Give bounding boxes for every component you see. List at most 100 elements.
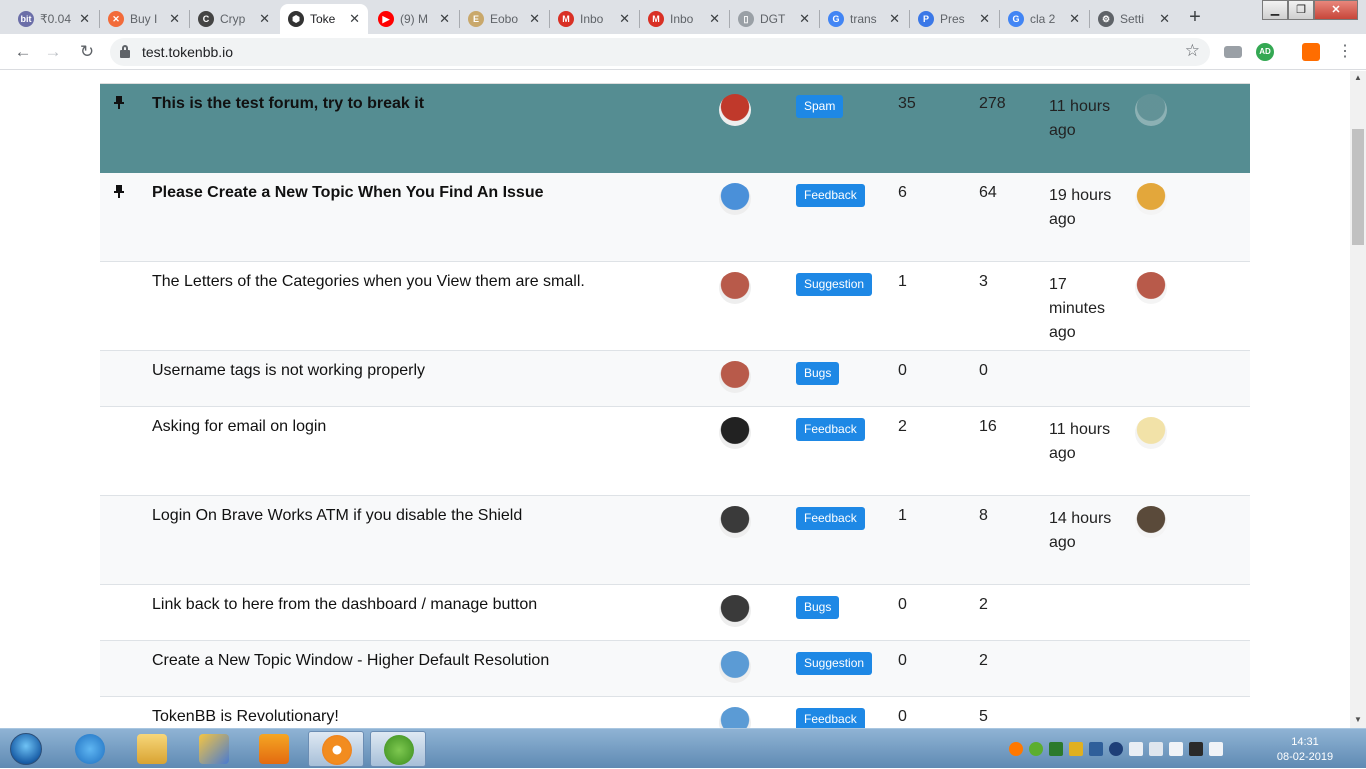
avast-icon[interactable]: [1009, 742, 1023, 756]
category-badge[interactable]: Bugs: [796, 362, 840, 385]
tab-close-icon[interactable]: ✕: [1069, 11, 1080, 27]
utorrent-taskbar-button[interactable]: [370, 731, 426, 767]
browser-tab[interactable]: ▶ (9) M ✕: [370, 4, 458, 34]
author-avatar[interactable]: [719, 183, 751, 215]
battery-icon[interactable]: [1149, 742, 1163, 756]
back-button[interactable]: ←: [12, 41, 34, 63]
bookmark-star-icon[interactable]: ☆: [1185, 41, 1200, 61]
category-badge[interactable]: Feedback: [796, 507, 865, 530]
author-avatar[interactable]: [719, 417, 751, 449]
profile-avatar[interactable]: AD: [1256, 43, 1274, 61]
topic-row[interactable]: Please Create a New Topic When You Find …: [100, 173, 1250, 262]
browser-tab[interactable]: C Cryp ✕: [190, 4, 278, 34]
tab-close-icon[interactable]: ✕: [169, 11, 180, 27]
topic-row[interactable]: The Letters of the Categories when you V…: [100, 262, 1250, 351]
topic-title[interactable]: This is the test forum, try to break it: [152, 95, 424, 113]
tab-close-icon[interactable]: ✕: [889, 11, 900, 27]
browser-tab[interactable]: M Inbo ✕: [550, 4, 638, 34]
author-avatar[interactable]: [719, 595, 751, 627]
internet-explorer-icon[interactable]: [62, 731, 118, 767]
topic-row[interactable]: Asking for email on login Feedback 2 16 11 h…: [100, 407, 1250, 496]
browser-tab[interactable]: ⚙ Setti ✕: [1090, 4, 1178, 34]
last-poster-avatar[interactable]: [1135, 272, 1167, 304]
browser-tab[interactable]: E Eobo ✕: [460, 4, 548, 34]
browser-tab[interactable]: Gtrans ✕: [820, 4, 908, 34]
signal-icon[interactable]: [1129, 742, 1143, 756]
update-icon[interactable]: [1049, 742, 1063, 756]
tab-close-icon[interactable]: ✕: [709, 11, 720, 27]
topic-row[interactable]: Username tags is not working properly Bug…: [100, 351, 1250, 407]
category-badge[interactable]: Feedback: [796, 708, 865, 728]
scrollbar[interactable]: ▲ ▼: [1350, 71, 1366, 728]
tab-close-icon[interactable]: ✕: [1159, 11, 1170, 27]
topic-title[interactable]: TokenBB is Revolutionary!: [152, 708, 339, 726]
topic-title[interactable]: Please Create a New Topic When You Find …: [152, 184, 544, 202]
last-poster-avatar[interactable]: [1135, 506, 1167, 538]
topic-row[interactable]: Create a New Topic Window - Higher Defau…: [100, 641, 1250, 697]
volume-icon[interactable]: [1169, 742, 1183, 756]
topic-title[interactable]: Asking for email on login: [152, 418, 326, 436]
new-tab-button[interactable]: +: [1182, 6, 1208, 30]
action-center-icon[interactable]: [1189, 742, 1203, 756]
browser-tab[interactable]: ✕ Buy I ✕: [100, 4, 188, 34]
topic-row[interactable]: Login On Brave Works ATM if you disable …: [100, 496, 1250, 585]
browser-tab[interactable]: ⬢ Toke ✕: [280, 4, 368, 34]
camera-icon[interactable]: [1224, 46, 1242, 58]
category-badge[interactable]: Bugs: [796, 596, 840, 619]
scroll-down-arrow-icon[interactable]: ▼: [1354, 715, 1362, 724]
tab-close-icon[interactable]: ✕: [619, 11, 630, 27]
last-poster-avatar[interactable]: [1135, 183, 1167, 215]
topic-title[interactable]: Create a New Topic Window - Higher Defau…: [152, 652, 549, 670]
flag-icon[interactable]: [1209, 742, 1223, 756]
browser-tab[interactable]: P Pres ✕: [910, 4, 998, 34]
author-avatar[interactable]: [719, 651, 751, 683]
tab-close-icon[interactable]: ✕: [79, 11, 90, 27]
scroll-up-arrow-icon[interactable]: ▲: [1354, 73, 1362, 82]
tab-close-icon[interactable]: ✕: [799, 11, 810, 27]
file-explorer-icon[interactable]: [124, 731, 180, 767]
author-avatar[interactable]: [719, 506, 751, 538]
topic-title[interactable]: The Letters of the Categories when you V…: [152, 273, 585, 291]
tab-close-icon[interactable]: ✕: [349, 11, 360, 27]
topic-title[interactable]: Link back to here from the dashboard / m…: [152, 596, 537, 614]
browser-tab[interactable]: Gcla 2 ✕: [1000, 4, 1088, 34]
clock[interactable]: 14:31 08-02-2019: [1270, 735, 1340, 765]
menu-dots-icon[interactable]: ⋮: [1334, 41, 1356, 63]
author-avatar[interactable]: [719, 94, 751, 126]
close-window-button[interactable]: ✕: [1314, 0, 1358, 20]
forward-button[interactable]: →: [42, 41, 64, 63]
reload-button[interactable]: ↻: [76, 41, 98, 63]
category-badge[interactable]: Feedback: [796, 418, 865, 441]
tab-close-icon[interactable]: ✕: [529, 11, 540, 27]
browser-tab[interactable]: M Inbo ✕: [640, 4, 728, 34]
paint-icon[interactable]: [186, 731, 242, 767]
author-avatar[interactable]: [719, 272, 751, 304]
chrome-taskbar-button[interactable]: [308, 731, 364, 767]
topic-title[interactable]: Login On Brave Works ATM if you disable …: [152, 507, 522, 525]
tab-close-icon[interactable]: ✕: [439, 11, 450, 27]
author-avatar[interactable]: [719, 361, 751, 393]
last-poster-avatar[interactable]: [1135, 94, 1167, 126]
category-badge[interactable]: Spam: [796, 95, 844, 118]
author-avatar[interactable]: [719, 707, 751, 728]
media-player-icon[interactable]: [246, 731, 302, 767]
tab-close-icon[interactable]: ✕: [979, 11, 990, 27]
minimize-button[interactable]: ▁: [1262, 0, 1288, 20]
category-badge[interactable]: Suggestion: [796, 652, 873, 675]
category-badge[interactable]: Suggestion: [796, 273, 873, 296]
scrollbar-thumb[interactable]: [1352, 129, 1364, 245]
category-badge[interactable]: Feedback: [796, 184, 865, 207]
start-button[interactable]: [2, 730, 50, 768]
usb-icon[interactable]: [1089, 742, 1103, 756]
utorrent-tray-icon[interactable]: [1029, 742, 1043, 756]
browser-tab[interactable]: bit ₹0.04 ✕: [10, 4, 98, 34]
topic-row[interactable]: Link back to here from the dashboard / m…: [100, 585, 1250, 641]
stack-icon[interactable]: [1069, 742, 1083, 756]
browser-tab[interactable]: ▯ DGT ✕: [730, 4, 818, 34]
maximize-button[interactable]: ❐: [1288, 0, 1314, 20]
address-bar[interactable]: test.tokenbb.io ☆: [110, 38, 1210, 66]
extension-icon[interactable]: [1302, 43, 1320, 61]
tab-close-icon[interactable]: ✕: [259, 11, 270, 27]
bluetooth-icon[interactable]: [1109, 742, 1123, 756]
last-poster-avatar[interactable]: [1135, 417, 1167, 449]
